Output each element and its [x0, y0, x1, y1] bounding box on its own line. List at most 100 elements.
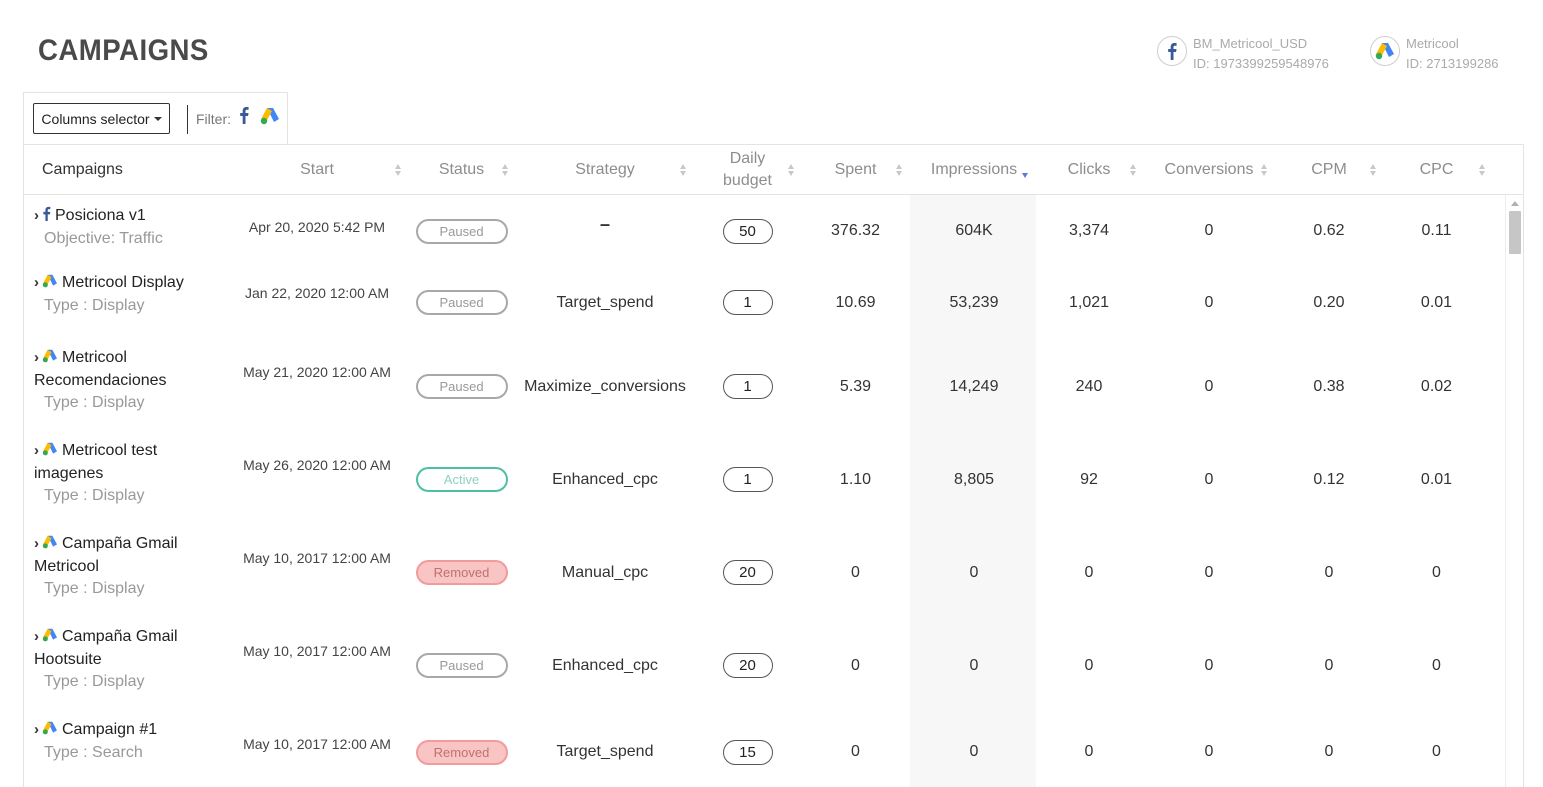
- cell-impressions: 0: [969, 656, 979, 674]
- expand-chevron-icon[interactable]: ›: [34, 626, 39, 648]
- daily-budget-input[interactable]: 1: [722, 374, 773, 399]
- cell-strategy: Target_spend: [556, 293, 654, 311]
- expand-chevron-icon[interactable]: ›: [34, 533, 39, 555]
- campaign-name-cell: › Posiciona v1 Objective: Traffic: [34, 197, 224, 250]
- cell-cpc: 0: [1432, 743, 1441, 760]
- filter-google-ads-icon[interactable]: [260, 107, 280, 130]
- daily-budget-input[interactable]: 50: [722, 218, 773, 244]
- campaign-name[interactable]: › Campaña Gmail: [34, 533, 224, 556]
- daily-budget-input[interactable]: 20: [722, 560, 773, 585]
- cell-cpm: 0.38: [1313, 377, 1345, 395]
- scroll-thumb[interactable]: [1509, 211, 1521, 254]
- cell-cpc: 0: [1432, 656, 1441, 674]
- table-row[interactable]: › Posiciona v1 Objective: Traffic Apr 20, 2…: [24, 197, 1506, 265]
- daily-budget-input[interactable]: 1: [722, 290, 773, 315]
- cell-clicks: 0: [1084, 743, 1094, 760]
- scroll-up-arrow-icon[interactable]: [1511, 201, 1519, 206]
- header-conversions[interactable]: Conversions: [1159, 145, 1259, 195]
- table-row[interactable]: › Metricool Display Type : Display Jan 22, …: [24, 265, 1506, 340]
- header-spent[interactable]: Spent: [814, 145, 897, 195]
- cell-conversions: 0: [1204, 377, 1214, 395]
- campaign-name-cell: › Metricool Display Type : Display: [34, 265, 224, 317]
- header-cpm[interactable]: CPM: [1289, 145, 1369, 195]
- daily-budget-input[interactable]: 20: [722, 653, 773, 678]
- table-toolbar: Columns selector Filter:: [23, 92, 288, 144]
- columns-selector-button[interactable]: Columns selector: [33, 103, 170, 134]
- cell-strategy: Enhanced_cpc: [552, 470, 658, 488]
- facebook-icon: [1157, 36, 1187, 66]
- expand-chevron-icon[interactable]: ›: [34, 272, 39, 294]
- campaign-name[interactable]: › Campaña Gmail: [34, 626, 224, 649]
- header-strategy[interactable]: Strategy: [524, 145, 686, 195]
- sort-icon[interactable]: [502, 164, 509, 178]
- header-campaigns[interactable]: Campaigns: [42, 145, 192, 195]
- facebook-account: BM_Metricool_USD ID: 1973399259548976: [1157, 34, 1329, 74]
- table-row[interactable]: › Metricool Recomendaciones Type : Display M…: [24, 340, 1506, 433]
- sort-icon[interactable]: [680, 164, 687, 178]
- sort-icon[interactable]: [1130, 164, 1137, 178]
- sort-icon[interactable]: [395, 164, 402, 178]
- cell-spent: 10.69: [835, 293, 876, 311]
- filter-facebook-icon[interactable]: [239, 106, 249, 129]
- table-row[interactable]: › Campaign #1 Type : Search May 10, 2017 12…: [24, 712, 1506, 787]
- header-status[interactable]: Status: [414, 145, 509, 195]
- cell-budget: 1: [714, 265, 781, 340]
- campaign-subtitle: Type : Display: [44, 487, 145, 504]
- cell-start: May 10, 2017 12:00 AM: [243, 643, 391, 659]
- cell-start: Apr 20, 2020 5:42 PM: [248, 219, 386, 235]
- cell-strategy: –: [524, 197, 686, 265]
- cell-clicks: 3,374: [1068, 222, 1110, 239]
- cell-spent: 5.39: [839, 377, 872, 395]
- cell-strategy: Manual_cpc: [561, 563, 649, 581]
- expand-chevron-icon[interactable]: ›: [34, 347, 39, 369]
- cell-cpc: 0.11: [1421, 222, 1452, 239]
- cell-cpm: 0.12: [1313, 470, 1345, 488]
- account-name: Metricool: [1406, 36, 1459, 51]
- divider: [187, 105, 188, 134]
- campaign-name[interactable]: › Metricool test: [34, 440, 224, 463]
- sort-icon[interactable]: [1370, 164, 1377, 178]
- campaign-name-text-line2: Hootsuite: [34, 651, 102, 668]
- header-impressions[interactable]: Impressions: [919, 145, 1029, 195]
- google-ads-account: Metricool ID: 2713199286: [1370, 34, 1499, 74]
- campaign-name[interactable]: › Campaign #1: [34, 719, 224, 742]
- campaign-name-text: Campaña Gmail: [62, 535, 178, 552]
- sort-icon[interactable]: [1479, 164, 1486, 178]
- campaign-name-text: Metricool: [62, 349, 127, 366]
- header-daily-budget[interactable]: Daily budget: [714, 145, 781, 195]
- table-row[interactable]: › Campaña Gmail Hootsuite Type : Display May…: [24, 619, 1506, 712]
- vertical-scrollbar[interactable]: [1505, 195, 1523, 787]
- daily-budget-input[interactable]: 1: [722, 467, 773, 492]
- status-badge: Paused: [415, 218, 508, 244]
- cell-start: May 10, 2017 12:00 AM: [243, 550, 391, 566]
- campaign-name[interactable]: › Metricool: [34, 347, 224, 370]
- google-ads-icon: [42, 349, 58, 367]
- cell-budget: 20: [714, 619, 781, 712]
- cell-cpm: 0: [1324, 656, 1334, 674]
- cell-clicks: 0: [1084, 563, 1094, 581]
- cell-cpm: 0: [1324, 563, 1334, 581]
- cell-strategy: Maximize_conversions: [524, 377, 686, 395]
- campaign-subtitle: Type : Display: [44, 394, 145, 411]
- header-start[interactable]: Start: [264, 145, 370, 195]
- header-cpc[interactable]: CPC: [1399, 145, 1474, 195]
- campaign-name-cell: › Metricool test imagenes Type : Display: [34, 433, 224, 507]
- cell-impressions: 8,805: [953, 470, 995, 488]
- cell-clicks: 0: [1084, 656, 1094, 674]
- daily-budget-input[interactable]: 15: [722, 739, 773, 765]
- status-badge: Paused: [415, 374, 508, 399]
- table-row[interactable]: › Campaña Gmail Metricool Type : Display May…: [24, 526, 1506, 619]
- table-row[interactable]: › Metricool test imagenes Type : Display May…: [24, 433, 1506, 526]
- expand-chevron-icon[interactable]: ›: [34, 719, 39, 741]
- expand-chevron-icon[interactable]: ›: [34, 440, 39, 462]
- campaign-name[interactable]: › Posiciona v1: [34, 205, 224, 228]
- campaign-name[interactable]: › Metricool Display: [34, 272, 224, 295]
- cell-spent: 0: [851, 563, 860, 581]
- sort-desc-icon[interactable]: [1022, 164, 1029, 178]
- sort-icon[interactable]: [788, 164, 795, 178]
- expand-chevron-icon[interactable]: ›: [34, 205, 39, 227]
- sort-icon[interactable]: [896, 164, 903, 178]
- filter-label: Filter:: [196, 111, 231, 127]
- sort-icon[interactable]: [1261, 164, 1268, 178]
- header-clicks[interactable]: Clicks: [1049, 145, 1129, 195]
